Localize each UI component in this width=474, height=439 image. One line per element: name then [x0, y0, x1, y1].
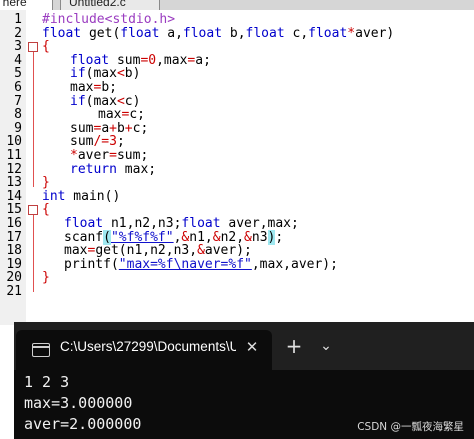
fold-toggle-icon[interactable]	[28, 42, 38, 52]
code-line-6: max=b;	[70, 80, 117, 95]
chevron-down-icon[interactable]: ⌄	[316, 336, 336, 356]
line-number: 15	[6, 202, 22, 218]
watermark: CSDN @一瓢夜海繁星	[357, 421, 464, 433]
code-line-9: sum=a+b+c;	[70, 120, 149, 136]
code-line-17: scanf("%f%f%f",&n1,&n2,&n3);	[64, 229, 284, 245]
line-number: 13	[6, 175, 22, 191]
line-number: 2	[14, 25, 22, 41]
code-line-5: if(max<b)	[70, 66, 141, 82]
code-line-14: int main()	[42, 188, 121, 204]
line-number: 21	[6, 284, 22, 299]
line-number: 7	[14, 93, 22, 109]
code-line-4: float sum=0,max=a;	[70, 52, 211, 68]
editor-tab-bar: t here Untitled2.c	[0, 0, 474, 10]
fold-guide-get	[33, 47, 34, 187]
close-icon[interactable]: ✕	[242, 337, 262, 357]
terminal-title-bar: C:\Users\27299\Documents\U ✕ + ⌄	[14, 322, 474, 370]
code-line-7: if(max<c)	[70, 93, 141, 109]
code-line-19: printf("max=%f\naver=%f",max,aver);	[64, 256, 338, 272]
code-line-3: {	[42, 39, 50, 55]
line-number: 10	[6, 134, 22, 150]
terminal-tab-title: C:\Users\27299\Documents\U	[60, 339, 236, 354]
code-line-18: max=get(n1,n2,n3,&aver);	[64, 243, 252, 259]
line-number: 5	[14, 66, 22, 82]
code-line-1: #include<stdio.h>	[42, 12, 176, 27]
console-icon	[32, 343, 50, 357]
line-number: 19	[6, 256, 22, 272]
code-line-11: *aver=sum;	[70, 148, 149, 163]
tab-current[interactable]: t here	[0, 0, 53, 10]
line-number: 20	[6, 270, 22, 286]
line-number: 1	[14, 12, 22, 27]
line-number: 8	[14, 107, 22, 123]
line-number: 12	[6, 161, 22, 177]
line-number: 9	[14, 120, 22, 136]
terminal-window[interactable]: C:\Users\27299\Documents\U ✕ + ⌄ 1 2 3 m…	[14, 322, 474, 439]
line-number: 16	[6, 216, 22, 231]
tab-untitled2[interactable]: Untitled2.c	[60, 0, 160, 10]
line-number: 18	[6, 243, 22, 259]
terminal-output-line: 1 2 3	[24, 373, 70, 391]
code-line-16: float n1,n2,n3;float aver,max;	[64, 216, 299, 231]
fold-guide-main	[33, 210, 34, 292]
code-line-15: {	[42, 202, 50, 218]
code-line-8: max=c;	[98, 107, 145, 123]
code-line-10: sum/=3;	[70, 134, 125, 150]
line-number: 11	[6, 148, 22, 163]
code-editor[interactable]: 1 2 3 4 5 6 7 8 9 10 11 12 13 14 15 16 1…	[0, 10, 474, 325]
code-line-13: }	[42, 175, 50, 191]
code-line-2: float get(float a,float b,float c,float*…	[42, 25, 395, 41]
code-line-12: return max;	[70, 161, 157, 177]
terminal-output-line: I	[24, 435, 464, 439]
line-number: 6	[14, 80, 22, 95]
line-number: 3	[14, 39, 22, 55]
code-line-20: }	[42, 270, 50, 286]
line-number: 17	[6, 229, 22, 245]
terminal-tab[interactable]: C:\Users\27299\Documents\U ✕	[16, 330, 272, 370]
line-number: 4	[14, 52, 22, 68]
new-tab-icon[interactable]: +	[284, 336, 304, 356]
fold-toggle-icon[interactable]	[28, 205, 38, 215]
terminal-output-line: max=3.000000	[24, 394, 133, 412]
line-number-gutter: 1 2 3 4 5 6 7 8 9 10 11 12 13 14 15 16 1…	[0, 10, 26, 325]
line-number: 14	[6, 188, 22, 204]
